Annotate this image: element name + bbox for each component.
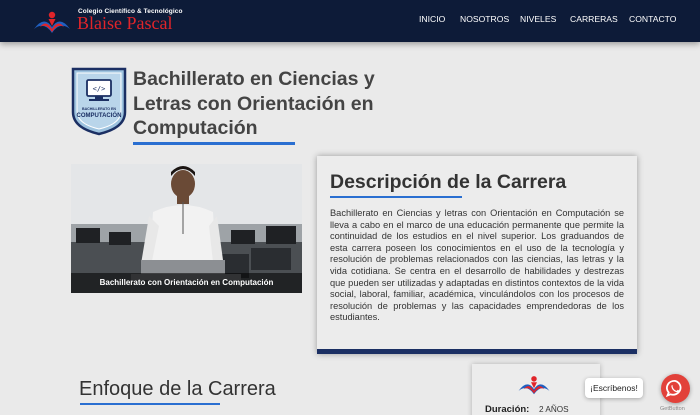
chat-button[interactable] [661, 374, 690, 403]
description-underline [330, 196, 462, 198]
duration-label: Duración: [485, 404, 530, 415]
nav-contacto[interactable]: CONTACTO [629, 14, 676, 24]
description-title: Descripción de la Carrera [330, 171, 567, 193]
chat-icon [665, 380, 682, 398]
badge-line-1: BACHILLERATO EN [82, 107, 116, 111]
photo-caption: Bachillerato con Orientación en Computac… [71, 273, 302, 293]
nav-inicio[interactable]: INICIO [419, 14, 445, 24]
nav-nosotros[interactable]: NOSOTROS [460, 14, 509, 24]
top-navbar: Colegio Científico & Tecnológico Blaise … [0, 0, 700, 42]
enfoque-title: Enfoque de la Carrera [79, 378, 276, 400]
title-underline [133, 142, 295, 145]
nav-carreras[interactable]: CARRERAS [570, 14, 618, 24]
school-logo-icon [518, 376, 550, 395]
page-title: Bachillerato en Ciencias y Letras con Or… [133, 68, 375, 139]
nav-niveles[interactable]: NIVELES [520, 14, 556, 24]
svg-text:</>: </> [93, 85, 106, 93]
chat-provider-label: GetButton [660, 406, 685, 412]
brand-name[interactable]: Blaise Pascal [77, 13, 172, 34]
description-card: Descripción de la Carrera Bachillerato e… [317, 156, 637, 354]
duration-card: Duración: 2 AÑOS [472, 364, 600, 415]
duration-value: 2 AÑOS [539, 405, 569, 414]
description-text: Bachillerato en Ciencias y letras con Or… [330, 208, 624, 323]
badge-line-2: COMPUTACIÓN [77, 111, 122, 119]
career-photo: Bachillerato con Orientación en Computac… [71, 164, 302, 293]
computacion-badge-icon: </> BACHILLERATO EN COMPUTACIÓN [71, 67, 127, 136]
description-card-accent [317, 349, 637, 354]
enfoque-underline [80, 403, 220, 405]
chat-prompt-bubble[interactable]: ¡Escríbenos! [585, 378, 643, 398]
school-logo-icon[interactable] [32, 7, 72, 35]
